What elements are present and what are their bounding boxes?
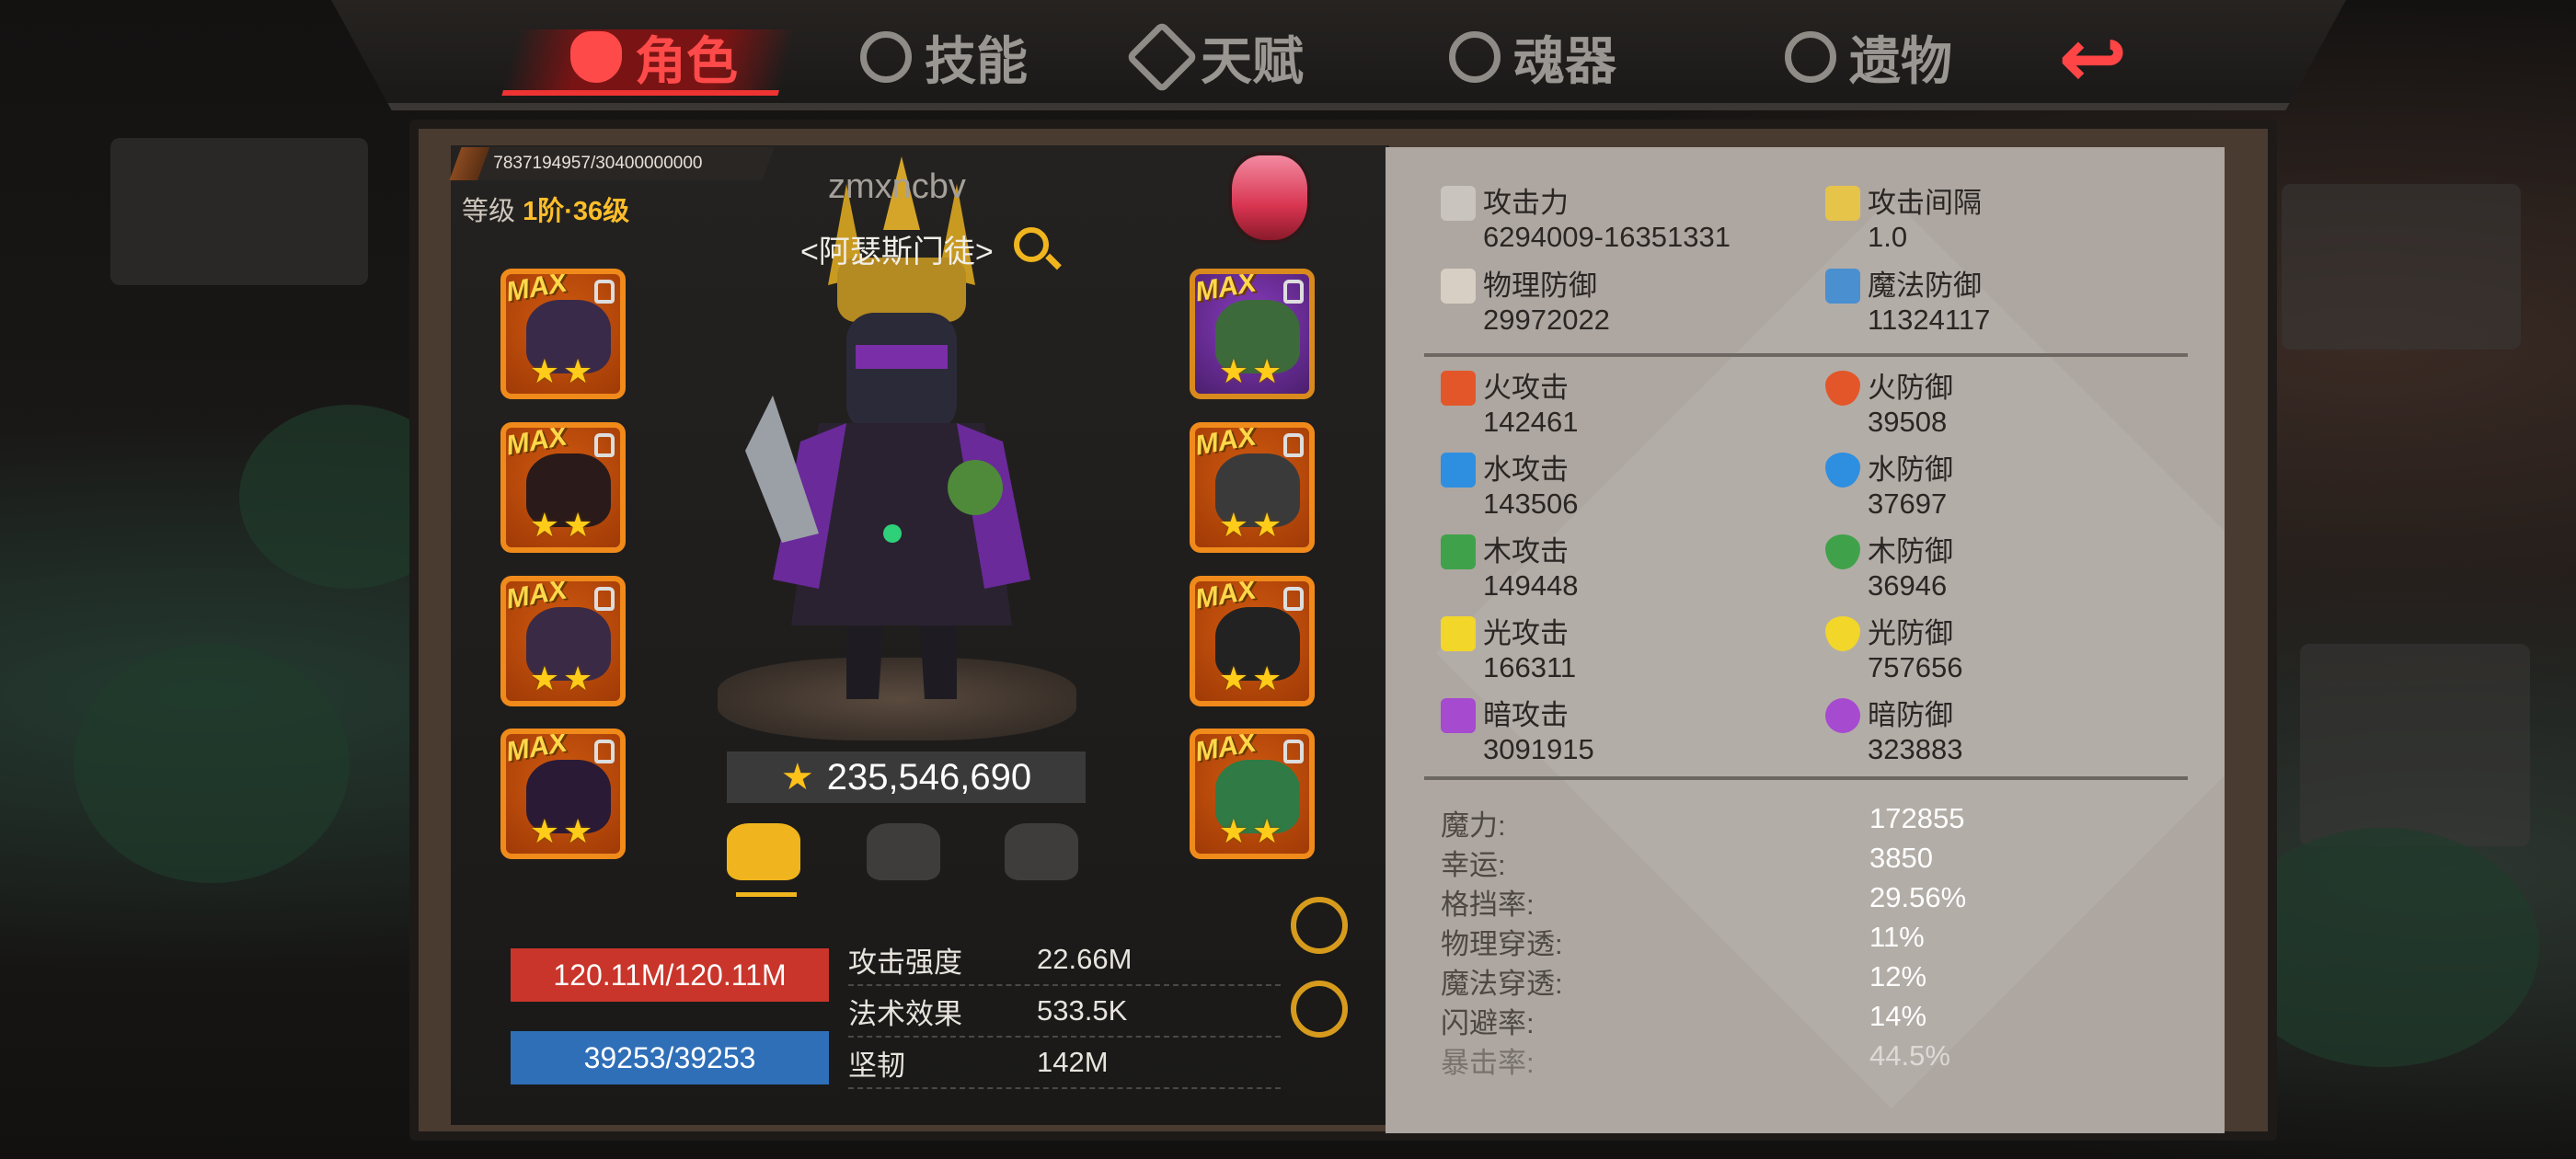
outfit-tab-3[interactable]	[1005, 823, 1084, 888]
gear-slot-amulet[interactable]: MAX ★★	[500, 729, 626, 859]
sub-stat-row: 攻击强度 22.66M	[848, 935, 1281, 986]
sword-speed-icon	[1825, 186, 1860, 221]
soul-icon	[1449, 31, 1501, 83]
tab-character[interactable]: 角色	[570, 20, 738, 94]
fire-icon	[1441, 371, 1476, 406]
misc-stat-row: 闪避率: 14%	[1441, 1000, 1927, 1039]
hp-bar: 120.11M/120.11M	[508, 946, 832, 1004]
fire-shield-icon	[1825, 371, 1860, 406]
divider	[1424, 776, 2188, 780]
lock-icon	[594, 587, 615, 611]
light-icon	[1441, 616, 1476, 651]
wood-defense-stat: 木防御 36946	[1825, 534, 2193, 602]
lock-icon	[1283, 587, 1304, 611]
physical-defense-stat: 物理防御 29972022	[1441, 269, 1809, 337]
water-defense-stat: 水防御 37697	[1825, 453, 2193, 521]
lock-icon	[594, 433, 615, 457]
attack-stat: 攻击力 6294009-16351331	[1441, 186, 1809, 254]
sword-shield-icon	[1441, 269, 1476, 304]
fire-defense-stat: 火防御 39508	[1825, 371, 2193, 439]
attack-interval-stat: 攻击间隔 1.0	[1825, 186, 2193, 254]
tab-relic[interactable]: 遗物	[1785, 20, 1952, 94]
skill-icon	[860, 31, 912, 83]
lock-icon	[594, 280, 615, 304]
misc-stat-row: 暴击率: 44.5%	[1441, 1039, 1950, 1079]
wood-attack-stat: 木攻击 149448	[1441, 534, 1809, 602]
relic-icon	[1785, 31, 1836, 83]
wood-icon	[1441, 534, 1476, 569]
gear-slot-boots[interactable]: MAX ★★	[1190, 576, 1315, 706]
dark-defense-stat: 暗防御 323883	[1825, 698, 2193, 766]
outfit-tab-2[interactable]	[867, 823, 946, 888]
gear-slot-shield[interactable]: MAX ★★	[1190, 422, 1315, 553]
devil-icon	[570, 31, 622, 83]
water-attack-stat: 水攻击 143506	[1441, 453, 1809, 521]
misc-stat-row: 魔力: 172855	[1441, 802, 1965, 842]
sub-stats-list: 攻击强度 22.66M 法术效果 533.5K 坚韧 142M	[848, 935, 1281, 1089]
gear-slot-helmet[interactable]: MAX ★★	[500, 269, 626, 399]
wood-shield-icon	[1825, 534, 1860, 569]
magic-hammer-icon	[1825, 269, 1860, 304]
water-shield-icon	[1825, 453, 1860, 488]
magnify-icon[interactable]	[1014, 227, 1049, 262]
dark-shield-icon	[1825, 698, 1860, 733]
light-shield-icon	[1825, 616, 1860, 651]
lock-icon	[594, 740, 615, 763]
mp-bar: 39253/39253	[508, 1028, 832, 1087]
star-icon: ★	[780, 757, 814, 798]
outfit-tab-1[interactable]	[727, 823, 806, 897]
player-name: zmxncbv	[828, 167, 966, 206]
dark-icon	[1441, 698, 1476, 733]
player-title: <阿瑟斯门徒>	[800, 235, 994, 270]
gear-slot-gloves[interactable]: MAX ★★	[500, 422, 626, 553]
tab-talent[interactable]: 天赋	[1125, 20, 1304, 94]
gear-slot-weapon[interactable]: MAX ★★	[1190, 269, 1315, 399]
level-display: 等级 1阶·36级	[462, 197, 630, 226]
divider	[1424, 353, 2188, 357]
armor-icon	[1005, 823, 1078, 880]
sub-stat-row: 法术效果 533.5K	[848, 986, 1281, 1038]
gear-slot-ring[interactable]: MAX ★★	[1190, 729, 1315, 859]
tab-skills[interactable]: 技能	[860, 20, 1028, 94]
fire-attack-stat: 火攻击 142461	[1441, 371, 1809, 439]
back-button[interactable]: ↩	[2015, 13, 2171, 105]
light-attack-stat: 光攻击 166311	[1441, 616, 1809, 684]
armor-icon	[727, 823, 800, 880]
info-icon[interactable]	[1291, 897, 1348, 954]
tab-soul[interactable]: 魂器	[1449, 20, 1616, 94]
back-arrow-icon: ↩	[2058, 12, 2128, 105]
gear-slot-armor[interactable]: MAX ★★	[500, 576, 626, 706]
water-icon	[1441, 453, 1476, 488]
misc-stat-row: 魔法穿透: 12%	[1441, 960, 1927, 1000]
lock-icon	[1283, 740, 1304, 763]
lock-icon	[1283, 433, 1304, 457]
misc-stat-row: 幸运: 3850	[1441, 842, 1933, 881]
misc-stat-row: 格挡率: 29.56%	[1441, 881, 1967, 921]
magic-defense-stat: 魔法防御 11324117	[1825, 269, 2193, 337]
talent-icon	[1125, 20, 1199, 94]
combat-power: ★ 235,546,690	[727, 752, 1086, 803]
lock-icon	[1283, 280, 1304, 304]
sword-icon	[1441, 186, 1476, 221]
armor-icon	[867, 823, 940, 880]
potion-icon[interactable]	[1228, 152, 1311, 244]
attribute-panel: 攻击力 6294009-16351331 攻击间隔 1.0 物理防御 29972…	[1386, 147, 2225, 1133]
dark-attack-stat: 暗攻击 3091915	[1441, 698, 1809, 766]
misc-stat-row: 物理穿透: 11%	[1441, 921, 1925, 960]
sub-stat-row: 坚韧 142M	[848, 1038, 1281, 1089]
atom-icon[interactable]	[1291, 981, 1348, 1038]
light-defense-stat: 光防御 757656	[1825, 616, 2193, 684]
